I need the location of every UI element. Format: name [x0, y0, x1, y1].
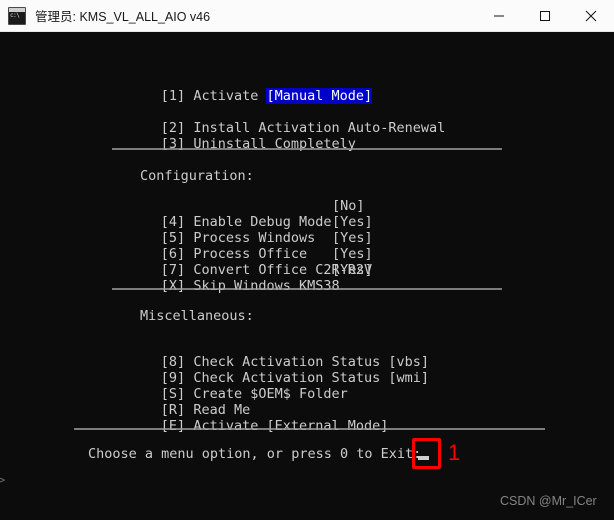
configuration-heading: Configuration:	[140, 168, 254, 184]
menu-value-manual-mode[interactable]: [Manual Mode]	[266, 88, 373, 104]
prompt-text: Choose a menu option, or press 0 to Exit…	[88, 446, 422, 462]
config-value-skip-windows-kms38: [Yes]	[332, 262, 373, 278]
section-divider-1	[112, 148, 502, 150]
config-row-skip-windows-kms38[interactable]: [X] Skip Windows KMS38	[112, 262, 340, 310]
menu-key: [X]	[160, 278, 186, 294]
window-controls	[476, 0, 614, 32]
config-value-process-office: [Yes]	[332, 230, 373, 246]
section-divider-2	[112, 288, 502, 290]
menu-key: [E]	[160, 418, 186, 434]
section-divider-3	[74, 428, 545, 430]
config-value-process-windows: [Yes]	[332, 214, 373, 230]
menu-key: [1]	[160, 88, 186, 104]
menu-item-uninstall-completely[interactable]: [3] Uninstall Completely	[112, 120, 356, 168]
config-value-convert-office-c2r-r2v: [Yes]	[332, 246, 373, 262]
title-bar[interactable]: 管理员: KMS_VL_ALL_AIO v46	[0, 0, 614, 32]
config-value-enable-debug-mode: [No]	[332, 198, 365, 214]
miscellaneous-heading: Miscellaneous:	[140, 308, 254, 324]
console-icon	[8, 6, 26, 25]
menu-label: Activate	[193, 88, 259, 104]
minimize-icon[interactable]	[476, 0, 522, 32]
console-window: 管理员: KMS_VL_ALL_AIO v46 [1] Activate [Ma…	[0, 0, 614, 520]
misc-row-activate-external-mode[interactable]: [E] Activate [External Mode]	[112, 402, 389, 450]
window-title: 管理员: KMS_VL_ALL_AIO v46	[35, 10, 211, 24]
annotation-number-1: 1	[448, 440, 461, 465]
menu-label: Activate [External Mode]	[193, 418, 389, 434]
scroll-arrow-icon: >	[0, 473, 6, 487]
close-icon[interactable]	[568, 0, 614, 32]
maximize-icon[interactable]	[522, 0, 568, 32]
watermark: CSDN @Mr_ICer	[500, 494, 597, 508]
title-bar-left: 管理员: KMS_VL_ALL_AIO v46	[0, 6, 476, 25]
menu-label: Skip Windows KMS38	[193, 278, 340, 294]
annotation-box-1	[412, 438, 441, 469]
console-output-area[interactable]: [1] Activate [Manual Mode] [2] Install A…	[0, 32, 614, 520]
